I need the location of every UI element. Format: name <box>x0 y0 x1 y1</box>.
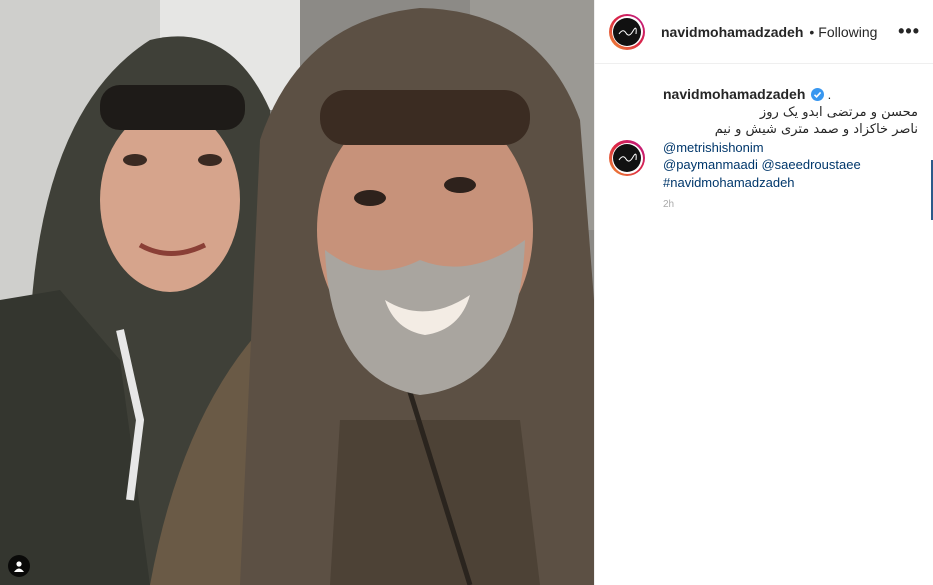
avatar[interactable] <box>609 13 645 50</box>
post-photo[interactable] <box>0 0 594 585</box>
user-tag-icon[interactable] <box>8 555 30 577</box>
caption-avatar[interactable] <box>609 140 645 176</box>
mention-link[interactable]: @paymanmaadi <box>663 157 758 172</box>
post-caption: navidmohamadzadeh . محسن و مرتضی ابدو یک… <box>609 86 918 210</box>
caption-username[interactable]: navidmohamadzadeh <box>663 86 805 102</box>
caption-line-1: محسن و مرتضی ابدو یک روز <box>759 104 918 120</box>
header-separator: • <box>809 23 815 40</box>
mention-link[interactable]: @metrishishonim <box>663 140 764 155</box>
header-username[interactable]: navidmohamadzadeh <box>661 24 803 40</box>
following-button[interactable]: Following <box>818 24 877 40</box>
mention-link[interactable]: @saeedroustaee <box>761 157 860 172</box>
more-options-icon[interactable]: ••• <box>898 21 920 42</box>
post-side-panel: navidmohamadzadeh • Following ••• navidm… <box>594 0 933 585</box>
hashtag-link[interactable]: #navidmohamadzadeh <box>663 175 795 190</box>
post-header: navidmohamadzadeh • Following ••• <box>595 0 933 64</box>
caption-line-2: ناصر خاکزاد و صمد متری شیش و نیم <box>714 122 918 137</box>
verified-badge-icon <box>811 88 824 101</box>
post-timestamp[interactable]: 2h <box>663 199 918 210</box>
caption-trailing: . <box>827 87 832 102</box>
